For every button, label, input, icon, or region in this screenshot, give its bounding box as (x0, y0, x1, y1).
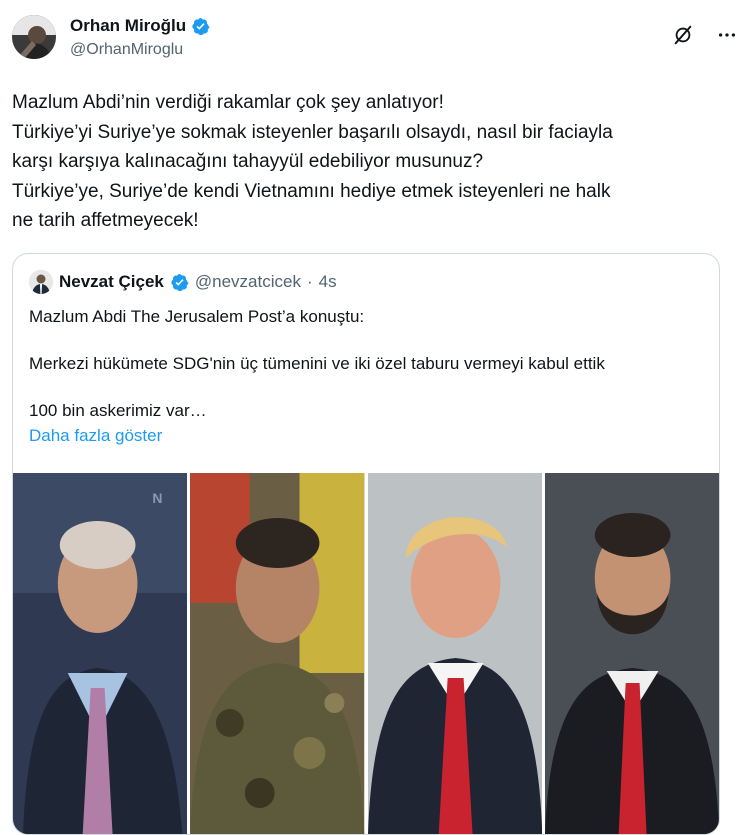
show-more-link[interactable]: Daha fazla göster (29, 423, 709, 448)
author-display-name[interactable]: Orhan Miroğlu (70, 16, 186, 36)
tweet-text: Mazlum Abdi’nin verdiği rakamlar çok şey… (12, 88, 732, 236)
tweet-line: karşı karşıya kalınacağını tahayyül edeb… (12, 151, 484, 172)
media-photo-2[interactable] (190, 473, 365, 834)
quote-line: Mazlum Abdi The Jerusalem Post’a konuştu… (29, 307, 365, 326)
media-photo-4[interactable] (544, 473, 719, 834)
more-icon[interactable] (714, 22, 740, 48)
media-photo-3[interactable] (367, 473, 542, 834)
quote-text: Mazlum Abdi The Jerusalem Post’a konuştu… (29, 304, 709, 448)
quote-line: Merkezi hükümete SDG'nin üç tümenini ve … (29, 354, 605, 373)
author-handle[interactable]: @OrhanMiroglu (70, 40, 210, 60)
svg-text:N: N (152, 490, 162, 506)
quote-line: 100 bin askerimiz var… (29, 401, 207, 420)
media-photo-1[interactable]: N (13, 473, 188, 834)
quote-author-name[interactable]: Nevzat Çiçek (59, 272, 164, 292)
tweet-header: Orhan Miroğlu @OrhanMiroglu (12, 12, 740, 68)
quote-separator: · (306, 272, 313, 291)
quote-media[interactable]: N (13, 473, 719, 834)
quoted-tweet[interactable]: Nevzat Çiçek @nevzatcicek · 4s Mazlum Ab… (12, 253, 720, 835)
author-avatar[interactable] (12, 15, 56, 59)
quote-author-handle[interactable]: @nevzatcicek (195, 272, 301, 292)
quote-author-avatar[interactable] (29, 270, 53, 294)
tweet-line: Türkiye’ye, Suriye’de kendi Vietnamını h… (12, 180, 611, 202)
tweet-line: ne tarih affetmeyecek! (12, 210, 199, 231)
tweet-line: Mazlum Abdi’nin verdiği rakamlar çok şey… (12, 92, 444, 113)
grok-icon[interactable] (670, 22, 696, 48)
quote-verified-badge-icon (170, 273, 189, 292)
tweet-line: Türkiye’yi Suriye’ye sokmak isteyenler b… (12, 121, 613, 143)
verified-badge-icon (191, 17, 210, 36)
quote-time[interactable]: 4s (319, 272, 337, 292)
